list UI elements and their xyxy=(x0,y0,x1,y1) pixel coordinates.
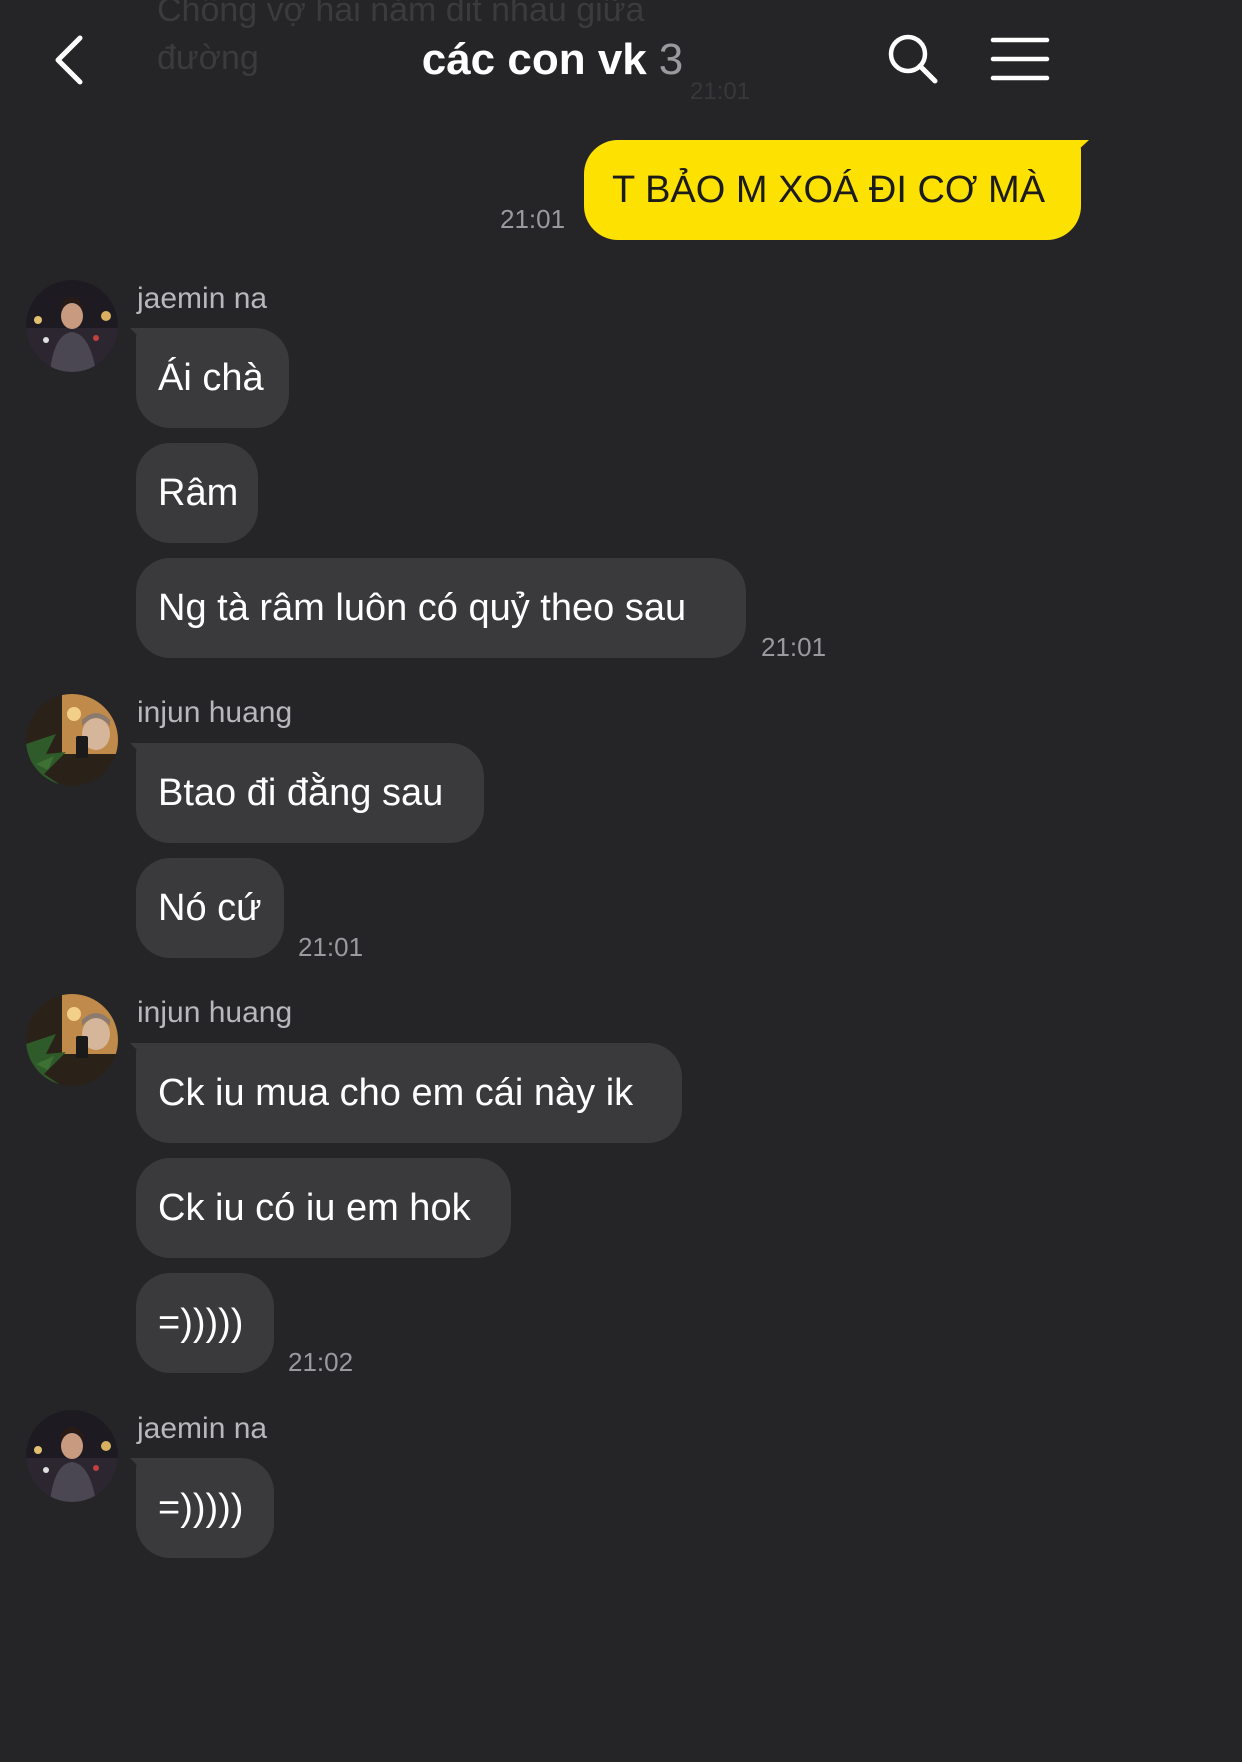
avatar-photo xyxy=(26,694,118,786)
avatar-photo xyxy=(26,1410,118,1502)
incoming-message-bubble[interactable]: Ck iu có iu em hok xyxy=(136,1158,511,1258)
chat-title-text: các con vk xyxy=(421,35,647,84)
avatar-photo xyxy=(26,994,118,1086)
incoming-message-bubble[interactable]: Ái chà xyxy=(136,328,289,428)
message-time: 21:01 xyxy=(500,204,566,234)
sender-name: jaemin na xyxy=(137,282,268,315)
hamburger-menu-icon xyxy=(990,37,1050,81)
message-time: 21:01 xyxy=(761,632,827,662)
chat-header: các con vk 3 xyxy=(0,0,1105,120)
incoming-message-bubble[interactable]: =))))) xyxy=(136,1273,274,1373)
member-count: 3 xyxy=(658,35,684,84)
avatar-jaemin[interactable] xyxy=(26,1410,118,1502)
search-icon xyxy=(888,34,938,84)
incoming-message-bubble[interactable]: Btao đi đằng sau xyxy=(136,743,484,843)
incoming-message-bubble[interactable]: Ck iu mua cho em cái này ik xyxy=(136,1043,682,1143)
message-time: 21:02 xyxy=(288,1347,354,1377)
menu-button[interactable] xyxy=(990,36,1050,82)
incoming-message-bubble[interactable]: Râm xyxy=(136,443,258,543)
message-time: 21:01 xyxy=(298,932,364,962)
search-button[interactable] xyxy=(884,30,940,86)
avatar-photo xyxy=(26,280,118,372)
sender-name: injun huang xyxy=(137,996,293,1029)
sender-name: jaemin na xyxy=(137,1412,268,1445)
avatar-jaemin[interactable] xyxy=(26,280,118,372)
sender-name: injun huang xyxy=(137,696,293,729)
avatar-injun[interactable] xyxy=(26,994,118,1086)
incoming-message-bubble[interactable]: Ng tà râm luôn có quỷ theo sau xyxy=(136,558,746,658)
outgoing-message-bubble[interactable]: T BẢO M XOÁ ĐI CƠ MÀ xyxy=(584,140,1081,240)
incoming-message-bubble[interactable]: =))))) xyxy=(136,1458,274,1558)
incoming-message-bubble[interactable]: Nó cứ xyxy=(136,858,284,958)
avatar-injun[interactable] xyxy=(26,694,118,786)
